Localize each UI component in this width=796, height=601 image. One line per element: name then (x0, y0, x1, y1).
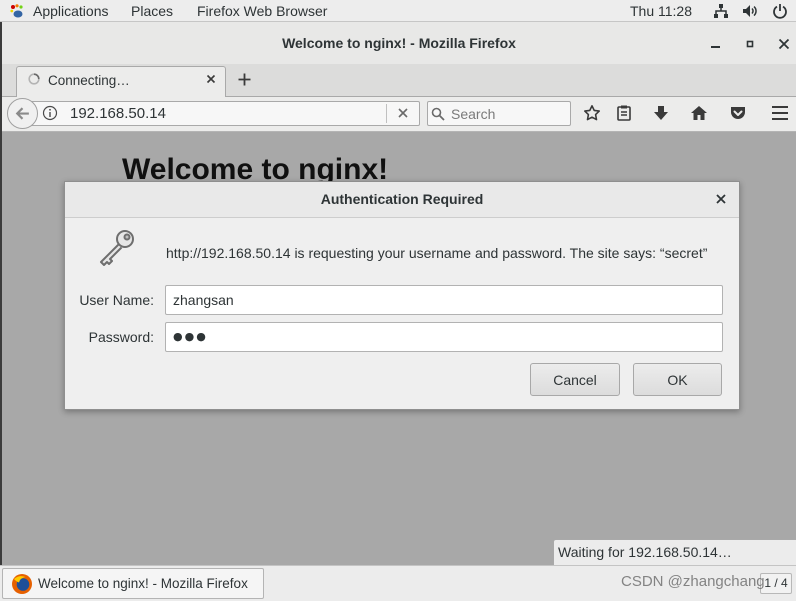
gnome-foot-icon (10, 4, 23, 18)
firefox-icon (12, 574, 32, 594)
maximize-icon[interactable] (744, 38, 756, 50)
places-menu[interactable]: Places (131, 0, 173, 22)
bookmark-star-icon[interactable] (583, 104, 601, 122)
new-tab-icon[interactable] (238, 73, 251, 86)
hamburger-menu-icon[interactable] (771, 105, 789, 121)
watermark: CSDN @zhangchang (621, 573, 765, 590)
loading-spinner-icon (28, 73, 40, 85)
taskbar-window-label: Welcome to nginx! - Mozilla Firefox (38, 576, 248, 591)
clock[interactable]: Thu 11:28 (630, 0, 692, 22)
search-box[interactable] (427, 101, 571, 126)
username-field[interactable] (165, 285, 723, 315)
status-panel: Waiting for 192.168.50.14… (553, 539, 796, 565)
cancel-button[interactable]: Cancel (530, 363, 620, 396)
ok-button[interactable]: OK (633, 363, 722, 396)
password-field[interactable]: ●●● (165, 322, 723, 352)
home-icon[interactable] (690, 104, 708, 122)
close-icon[interactable] (778, 38, 790, 50)
status-text: Waiting for 192.168.50.14… (558, 544, 732, 560)
volume-icon[interactable] (742, 3, 758, 19)
top-panel: Applications Places Firefox Web Browser … (0, 0, 796, 22)
url-divider (386, 104, 387, 123)
password-label: Password: (88, 329, 154, 345)
dialog-title: Authentication Required (320, 191, 484, 207)
url-input[interactable] (66, 101, 382, 126)
network-icon[interactable] (713, 3, 729, 19)
tab-label: Connecting… (48, 73, 130, 88)
pocket-icon[interactable] (729, 104, 747, 122)
username-label: User Name: (79, 292, 154, 308)
dialog-message: http://192.168.50.14 is requesting your … (166, 245, 708, 261)
search-input[interactable] (448, 102, 568, 125)
app-menu[interactable]: Firefox Web Browser (197, 0, 327, 22)
search-icon (431, 107, 445, 121)
dialog-header: Authentication Required (65, 182, 739, 218)
window-title-bar[interactable]: Welcome to nginx! - Mozilla Firefox (2, 22, 796, 64)
download-icon[interactable] (652, 104, 670, 122)
power-icon[interactable] (772, 3, 788, 19)
back-button[interactable] (7, 98, 38, 129)
site-info-icon[interactable] (42, 105, 58, 121)
tab-close-icon[interactable] (206, 74, 216, 84)
window-title: Welcome to nginx! - Mozilla Firefox (282, 35, 516, 51)
applications-label: Applications (33, 3, 109, 19)
dialog-close-icon[interactable] (716, 194, 726, 204)
back-arrow-icon (15, 107, 29, 120)
tab-strip: Connecting… (2, 64, 796, 97)
taskbar-window-button[interactable]: Welcome to nginx! - Mozilla Firefox (2, 568, 264, 599)
clear-url-icon[interactable] (397, 107, 409, 119)
applications-menu[interactable]: Applications (5, 0, 113, 22)
tab-connecting[interactable]: Connecting… (16, 66, 226, 97)
navigation-toolbar (2, 97, 796, 132)
library-icon[interactable] (615, 104, 633, 122)
workspace-indicator[interactable]: 1 / 4 (760, 573, 792, 594)
minimize-icon[interactable] (710, 38, 722, 50)
auth-dialog: Authentication Required http://192.168.5… (64, 181, 740, 410)
key-icon (100, 230, 134, 266)
